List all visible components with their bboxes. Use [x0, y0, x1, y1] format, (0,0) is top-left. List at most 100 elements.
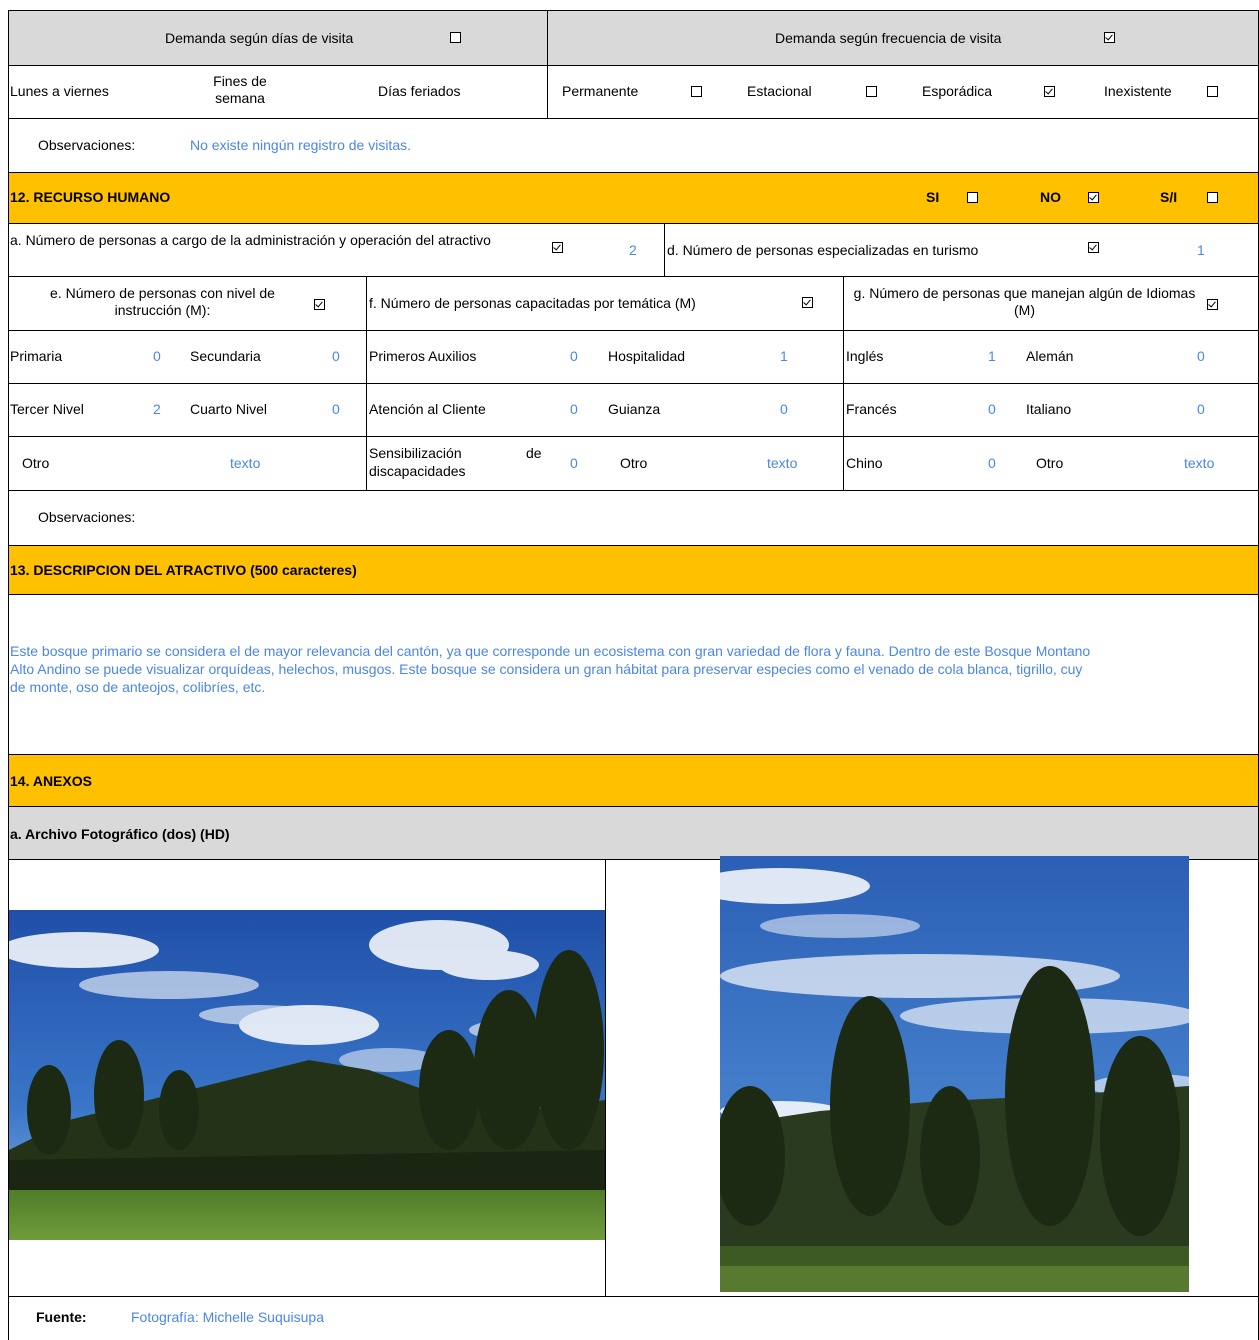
permanent-label: Permanente — [562, 83, 639, 99]
guiding-value: 0 — [780, 401, 788, 417]
photo-archive-label: a. Archivo Fotográfico (dos) (HD) — [10, 826, 230, 842]
seasonal-checkbox[interactable] — [866, 86, 877, 97]
customer-service-label: Atención al Cliente — [369, 401, 486, 417]
si-checkbox[interactable] — [967, 192, 978, 203]
education-level-label: e. Número de personas con nivel de instr… — [50, 285, 275, 318]
line — [8, 436, 1259, 437]
trained-topic-checkbox[interactable] — [802, 297, 813, 308]
cuarto-nivel-value: 0 — [332, 401, 340, 417]
languages-checkbox[interactable] — [1207, 299, 1218, 310]
other-education-label: Otro — [22, 455, 50, 471]
staff-tourism-checkbox[interactable] — [1088, 242, 1099, 253]
staff-tourism-label: d. Número de personas especializadas en … — [667, 242, 979, 258]
description-title: 13. DESCRIPCION DEL ATRACTIVO (500 carac… — [10, 562, 357, 578]
french-label: Francés — [846, 401, 897, 417]
line — [843, 276, 844, 490]
no-label: NO — [1040, 189, 1061, 205]
annex-header-band — [8, 754, 1259, 806]
seasonal-label: Estacional — [747, 83, 812, 99]
german-value: 0 — [1197, 348, 1205, 364]
line — [8, 276, 1259, 277]
secundaria-label: Secundaria — [190, 348, 261, 364]
description-line-2: Alto Andino se puede visualizar orquídea… — [10, 661, 1083, 677]
demand-observations-label: Observaciones: — [38, 137, 136, 153]
languages-label: g. Número de personas que manejan algún … — [853, 285, 1196, 318]
italian-label: Italiano — [1026, 401, 1072, 417]
line — [8, 65, 1259, 66]
si-n-label: S/I — [1160, 189, 1178, 205]
line — [547, 10, 548, 118]
other-language-label: Otro — [1036, 455, 1064, 471]
chinese-label: Chino — [846, 455, 883, 471]
line — [8, 806, 1259, 807]
line — [8, 754, 1259, 755]
tercer-nivel-value: 2 — [153, 401, 161, 417]
chinese-value: 0 — [988, 455, 996, 471]
hospitality-value: 1 — [780, 348, 788, 364]
line — [664, 223, 665, 276]
demand-days-checkbox[interactable] — [450, 32, 461, 43]
line — [8, 383, 1259, 384]
weekends-label: Fines de semana — [213, 73, 267, 106]
english-label: Inglés — [846, 348, 884, 364]
staff-admin-checkbox[interactable] — [552, 242, 563, 253]
german-label: Alemán — [1026, 348, 1074, 364]
line — [8, 10, 1259, 11]
line — [8, 118, 1259, 119]
other-topic-label: Otro — [620, 455, 648, 471]
human-resources-title: 12. RECURSO HUMANO — [10, 189, 171, 205]
weekdays-label: Lunes a viernes — [10, 83, 109, 99]
si-label: SI — [926, 189, 940, 205]
primaria-value: 0 — [153, 348, 161, 364]
sensitization-label-2: de — [526, 445, 542, 461]
hospitality-label: Hospitalidad — [608, 348, 686, 364]
landscape-photo-1 — [9, 910, 605, 1240]
other-topic-value: texto — [767, 455, 798, 471]
nonexistent-checkbox[interactable] — [1207, 86, 1218, 97]
sensitization-label-3: discapacidades — [369, 463, 466, 479]
first-aid-value: 0 — [570, 348, 578, 364]
line — [8, 1296, 1259, 1297]
sensitization-value: 0 — [570, 455, 578, 471]
source-label: Fuente: — [36, 1309, 87, 1325]
secundaria-value: 0 — [332, 348, 340, 364]
french-value: 0 — [988, 401, 996, 417]
no-checkbox[interactable] — [1088, 192, 1099, 203]
other-education-value: texto — [230, 455, 261, 471]
permanent-checkbox[interactable] — [691, 86, 702, 97]
line — [8, 172, 1259, 173]
staff-admin-label: a. Número de personas a cargo de la admi… — [10, 232, 491, 248]
english-value: 1 — [988, 348, 996, 364]
demand-frequency-label: Demanda según frecuencia de visita — [775, 30, 1002, 46]
human-observations-label: Observaciones: — [38, 509, 136, 525]
first-aid-label: Primeros Auxilios — [369, 348, 477, 364]
guiding-label: Guianza — [608, 401, 661, 417]
staff-tourism-value: 1 — [1197, 242, 1205, 258]
sporadic-checkbox[interactable] — [1044, 86, 1055, 97]
holidays-label: Días feriados — [378, 83, 461, 99]
line — [8, 545, 1259, 546]
italian-value: 0 — [1197, 401, 1205, 417]
sensitization-label-1: Sensibilización — [369, 445, 462, 461]
demand-observations-value: No existe ningún registro de visitas. — [190, 137, 411, 153]
cuarto-nivel-label: Cuarto Nivel — [190, 401, 268, 417]
description-line-1: Este bosque primario se considera el de … — [10, 643, 1091, 659]
line — [8, 490, 1259, 491]
line — [8, 223, 1259, 224]
si-n-checkbox[interactable] — [1207, 192, 1218, 203]
line — [8, 594, 1259, 595]
line — [605, 859, 606, 1296]
demand-days-label: Demanda según días de visita — [165, 30, 354, 46]
trained-topic-label: f. Número de personas capacitadas por te… — [369, 295, 696, 311]
primaria-label: Primaria — [10, 348, 63, 364]
education-level-checkbox[interactable] — [314, 299, 325, 310]
annex-title: 14. ANEXOS — [10, 773, 92, 789]
tercer-nivel-label: Tercer Nivel — [10, 401, 84, 417]
customer-service-value: 0 — [570, 401, 578, 417]
description-line-3: de monte, oso de anteojos, colibríes, et… — [10, 679, 266, 695]
landscape-photo-2 — [720, 856, 1189, 1292]
staff-admin-value: 2 — [629, 242, 637, 258]
demand-frequency-checkbox[interactable] — [1104, 32, 1115, 43]
human-resources-header-band — [8, 172, 1259, 223]
line — [366, 276, 367, 490]
